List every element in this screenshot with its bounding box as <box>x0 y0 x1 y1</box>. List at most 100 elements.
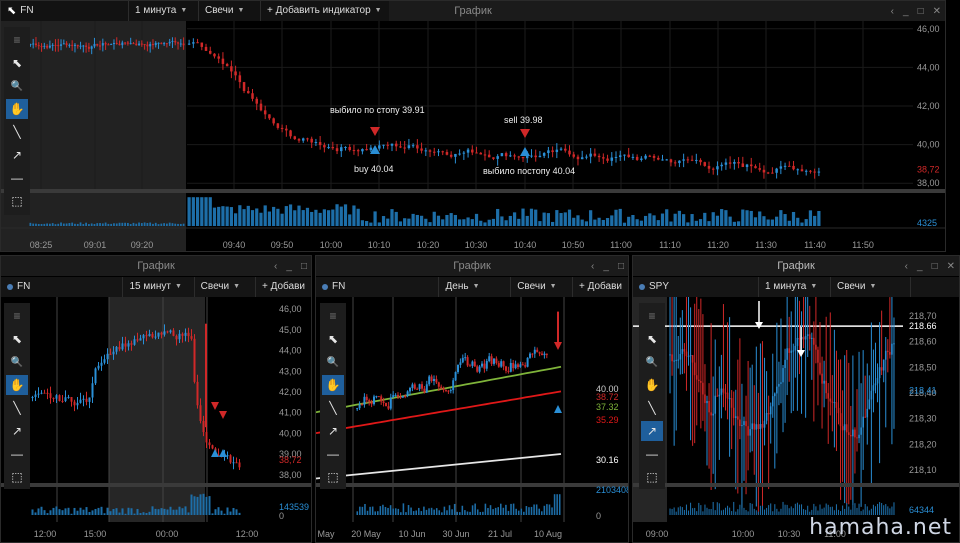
arrow-icon[interactable]: ↗ <box>641 421 663 441</box>
maximize-icon[interactable]: □ <box>618 261 624 272</box>
candle-body <box>689 355 692 357</box>
main-chart[interactable]: 46,00 44,00 42,00 40,00 38,00 38,72 выбило по … <box>1 21 946 252</box>
menu-icon[interactable]: ≡ <box>322 306 344 326</box>
line-icon[interactable]: ╲ <box>6 122 28 142</box>
line-icon[interactable]: ╲ <box>6 398 28 418</box>
bl-chart[interactable]: 46,0045,0044,0043,0042,0041,0040,0039,00… <box>1 297 312 543</box>
bm-chart[interactable]: 40.0038.7237.3235.2930.1621034080May 20 M… <box>316 297 629 543</box>
volume-bar <box>157 509 160 515</box>
chart-type-select[interactable]: Свечи ▼ <box>199 1 261 21</box>
arrow-icon[interactable]: ↗ <box>6 421 28 441</box>
zoom-icon[interactable]: 🔍 <box>6 76 28 96</box>
volume-bar <box>704 504 706 515</box>
minimize-icon[interactable]: _ <box>603 261 609 272</box>
interval-select[interactable]: 15 минут ▼ <box>123 277 195 297</box>
symbol-select[interactable]: ⬉ FN <box>1 1 129 21</box>
chevron-left-icon[interactable]: ‹ <box>274 261 277 272</box>
minimize-icon[interactable]: _ <box>903 6 909 17</box>
cursor-icon[interactable]: ⬉ <box>6 53 28 73</box>
add-indicator-button[interactable]: + Добави <box>256 277 311 297</box>
br-chart[interactable]: 218,70218,60218,50218,40218,30218,20218,… <box>633 297 960 543</box>
add-indicator-button[interactable]: + Добавить индикатор ▼ <box>261 1 388 21</box>
rect-icon[interactable]: ⬚ <box>322 467 344 487</box>
drawing-toolbar: ≡ ⬉ 🔍 ✋ ╲ ↗ — ⬚ <box>4 27 30 215</box>
chart-type-select[interactable]: Свечи ▼ <box>831 277 911 297</box>
chart-type-select[interactable]: Свечи ▼ <box>511 277 573 297</box>
volume-bar <box>37 508 40 515</box>
chart-type-select[interactable]: Свечи ▼ <box>195 277 256 297</box>
zoom-icon[interactable]: 🔍 <box>6 352 28 372</box>
arrow-icon[interactable]: ↗ <box>6 145 28 165</box>
symbol-select[interactable]: FN <box>1 277 124 297</box>
candle-body <box>428 376 431 385</box>
arrow-icon[interactable]: ↗ <box>322 421 344 441</box>
volume-bar <box>377 511 379 515</box>
candle-body <box>757 424 760 429</box>
candle-body <box>389 397 392 409</box>
hline-icon[interactable]: — <box>641 444 663 464</box>
candle-body <box>829 398 832 402</box>
hand-icon[interactable]: ✋ <box>641 375 663 395</box>
cursor-icon[interactable]: ⬉ <box>6 329 28 349</box>
hand-icon[interactable]: ✋ <box>322 375 344 395</box>
zoom-icon[interactable]: 🔍 <box>322 352 344 372</box>
maximize-icon[interactable]: □ <box>932 261 938 272</box>
cursor-icon[interactable]: ⬉ <box>641 329 663 349</box>
hline-icon[interactable]: — <box>322 444 344 464</box>
interval-select[interactable]: 1 минута ▼ <box>129 1 199 21</box>
chevron-left-icon[interactable]: ‹ <box>905 261 908 272</box>
y-tick-label: 218,20 <box>909 439 937 449</box>
menu-icon[interactable]: ≡ <box>6 30 28 50</box>
bl-titlebar[interactable]: График ‹ _ □ <box>1 256 311 276</box>
zoom-icon[interactable]: 🔍 <box>641 352 663 372</box>
rect-icon[interactable]: ⬚ <box>641 467 663 487</box>
volume-bar <box>76 223 79 226</box>
maximize-icon[interactable]: □ <box>301 261 307 272</box>
close-icon[interactable]: ✕ <box>933 6 941 17</box>
line-icon[interactable]: ╲ <box>322 398 344 418</box>
volume-bar <box>530 506 533 515</box>
rect-icon[interactable]: ⬚ <box>6 191 28 211</box>
volume-bar <box>415 214 419 226</box>
symbol-select[interactable]: SPY <box>633 277 759 297</box>
y-tick-label: 218,50 <box>909 362 937 372</box>
volume-bar <box>430 507 433 515</box>
interval-select[interactable]: День ▼ <box>439 277 512 297</box>
volume-bar <box>62 223 65 226</box>
volume-bar <box>474 503 476 515</box>
hline-icon[interactable]: — <box>6 168 28 188</box>
volume-bar <box>711 212 715 226</box>
add-indicator-button[interactable]: + Добави <box>573 277 628 297</box>
candle-body <box>792 350 795 352</box>
minimize-icon[interactable]: _ <box>917 261 923 272</box>
volume-bar <box>100 506 103 515</box>
chevron-left-icon[interactable]: ‹ <box>891 6 894 17</box>
line-icon[interactable]: ╲ <box>641 398 663 418</box>
volume-bar <box>301 210 305 226</box>
maximize-icon[interactable]: □ <box>918 6 924 17</box>
close-icon[interactable]: ✕ <box>947 261 955 272</box>
rect-icon[interactable]: ⬚ <box>6 467 28 487</box>
menu-icon[interactable]: ≡ <box>6 306 28 326</box>
menu-icon[interactable]: ≡ <box>641 306 663 326</box>
candle-body <box>551 150 554 153</box>
hline-icon[interactable]: — <box>6 444 28 464</box>
interval-select[interactable]: 1 минута ▼ <box>759 277 831 297</box>
candle-body <box>251 93 254 99</box>
cursor-icon[interactable]: ⬉ <box>322 329 344 349</box>
hand-icon[interactable]: ✋ <box>6 375 28 395</box>
candle-body <box>139 338 142 341</box>
volume-bar <box>157 224 160 226</box>
candle-body <box>691 355 694 363</box>
volume-bar <box>106 507 109 515</box>
chevron-left-icon[interactable]: ‹ <box>591 261 594 272</box>
volume-bar <box>384 506 387 515</box>
minimize-icon[interactable]: _ <box>286 261 292 272</box>
hand-icon[interactable]: ✋ <box>6 99 28 119</box>
volume-bar <box>471 505 474 515</box>
symbol-select[interactable]: FN <box>316 277 440 297</box>
volume-bar <box>54 224 57 226</box>
candle-body <box>413 384 416 389</box>
br-titlebar[interactable]: График ‹ _ □ ✕ <box>633 256 959 276</box>
bm-titlebar[interactable]: График ‹ _ □ <box>316 256 628 276</box>
